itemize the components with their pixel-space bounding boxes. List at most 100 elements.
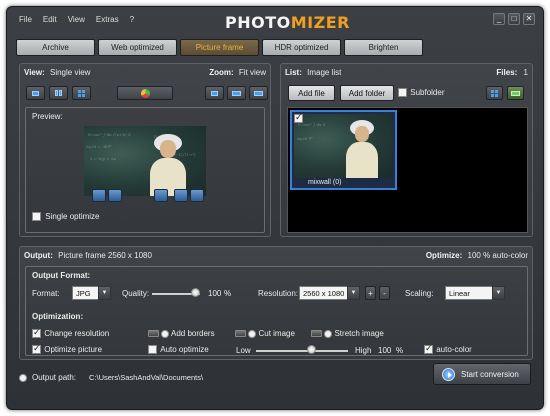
zoom-width-button[interactable]	[227, 86, 246, 100]
change-resolution-option[interactable]: Change resolution	[32, 327, 109, 339]
rotate-left-button[interactable]	[92, 189, 106, 202]
level-value: 100	[378, 346, 392, 355]
auto-optimize-option[interactable]: Auto optimize	[148, 345, 209, 355]
subfolder-option[interactable]: Subfolder	[398, 88, 445, 98]
optimize-picture-option[interactable]: Optimize picture	[32, 343, 103, 355]
cut-mode-icon	[235, 330, 246, 338]
list-view-button[interactable]	[486, 86, 503, 100]
list-label: List:	[285, 68, 302, 77]
change-resolution-checkbox[interactable]	[32, 327, 41, 339]
minus-icon: -	[383, 288, 386, 298]
resolution-minus-button[interactable]: -	[379, 286, 390, 300]
chevron-down-icon: ▼	[347, 286, 360, 300]
subfolder-checkbox[interactable]	[398, 88, 407, 98]
tab-brighten[interactable]: Brighten	[344, 39, 423, 56]
zoom-fit-button[interactable]	[205, 86, 224, 100]
single-view-button[interactable]	[26, 86, 45, 100]
auto-color-option[interactable]: auto-color	[424, 343, 472, 355]
stretch-image-option[interactable]: Stretch image	[311, 329, 384, 338]
stretch-mode-icon	[311, 330, 322, 338]
add-folder-button[interactable]: Add folder	[340, 85, 394, 101]
menu-file[interactable]: File	[19, 15, 32, 24]
quality-label: Quality:	[122, 289, 150, 298]
title-bar: File Edit View Extras ? PHOTO MIZER _ □ ✕	[7, 7, 543, 37]
format-select[interactable]: JPG ▼	[72, 286, 111, 300]
output-path-value[interactable]: C:\Users\SashAndVal\Documents\	[89, 373, 203, 382]
list-view-icon	[491, 89, 498, 97]
resolution-select[interactable]: 2560 x 1080 ▼	[299, 286, 360, 300]
rotate-right-button[interactable]	[108, 189, 122, 202]
window-controls: _ □ ✕	[493, 13, 535, 25]
output-path-label: Output path:	[32, 373, 77, 382]
output-value: Picture frame 2560 x 1080	[58, 251, 152, 260]
single-optimize-option[interactable]: Single optimize	[32, 212, 99, 222]
menu-edit[interactable]: Edit	[43, 15, 57, 24]
stretch-image-radio[interactable]	[324, 329, 333, 338]
image-list[interactable]: E=mc² ∫ dx Σ ∂ψ/∂t ∇² γ = 1/√ mixwall (0…	[287, 107, 528, 233]
play-icon	[442, 367, 455, 381]
view-panel: View: Single view Zoom: Fit view Preview…	[19, 63, 271, 237]
optimize-readout: Optimize: 100 % auto-color	[426, 251, 528, 260]
format-label: Format:	[32, 289, 60, 298]
split-view-button[interactable]	[49, 86, 68, 100]
add-file-button[interactable]: Add file	[288, 85, 335, 101]
single-optimize-checkbox[interactable]	[32, 212, 41, 222]
app-window: File Edit View Extras ? PHOTO MIZER _ □ ✕…	[6, 6, 544, 410]
format-value: JPG	[76, 288, 91, 298]
cut-image-radio[interactable]	[248, 329, 257, 338]
tab-picture-frame[interactable]: Picture frame	[180, 39, 259, 56]
grid-view-button[interactable]	[72, 86, 91, 100]
start-conversion-button[interactable]: Start conversion	[433, 363, 531, 385]
close-button[interactable]: ✕	[523, 13, 535, 25]
view-value: Single view	[49, 68, 91, 77]
zoom-full-icon	[254, 90, 263, 96]
thumbnail-view-button[interactable]	[507, 86, 524, 100]
tab-web-optimized[interactable]: Web optimized	[98, 39, 177, 56]
cut-image-option[interactable]: Cut image	[235, 329, 295, 338]
view-label: View:	[24, 68, 45, 77]
add-borders-option[interactable]: Add borders	[148, 329, 215, 338]
image-thumbnail: E=mc² ∫ dx Σ ∂ψ/∂t ∇² γ = 1/√	[294, 114, 393, 178]
mirror-button[interactable]	[190, 189, 204, 202]
menu-extras[interactable]: Extras	[96, 15, 119, 24]
minimize-button[interactable]: _	[493, 13, 505, 25]
crop-button[interactable]	[154, 189, 168, 202]
tab-hdr-optimized[interactable]: HDR optimized	[262, 39, 341, 56]
view-panel-header: View: Single view Zoom: Fit view	[24, 68, 266, 80]
flip-button[interactable]	[174, 189, 188, 202]
subfolder-label: Subfolder	[410, 88, 445, 97]
level-slider-thumb[interactable]	[307, 345, 317, 354]
zoom-full-button[interactable]	[249, 86, 268, 100]
menu-help[interactable]: ?	[130, 15, 134, 24]
auto-optimize-label: Auto optimize	[160, 345, 209, 354]
optimize-picture-label: Optimize picture	[44, 345, 103, 354]
refresh-preview-button[interactable]	[117, 86, 173, 100]
output-label: Output:	[24, 251, 53, 260]
maximize-button[interactable]: □	[508, 13, 520, 25]
image-select-checkbox[interactable]	[294, 112, 303, 123]
optimization-title: Optimization:	[32, 312, 84, 321]
image-list-item[interactable]: E=mc² ∫ dx Σ ∂ψ/∂t ∇² γ = 1/√ mixwall (0…	[290, 110, 397, 190]
optimize-picture-checkbox[interactable]	[32, 343, 41, 355]
menu-view[interactable]: View	[68, 15, 85, 24]
menu-bar: File Edit View Extras ?	[19, 15, 134, 24]
thumbnail-view-icon	[511, 90, 520, 96]
add-borders-radio[interactable]	[161, 329, 170, 338]
quality-slider-thumb[interactable]	[191, 288, 200, 297]
output-path-radio[interactable]	[19, 374, 27, 382]
resolution-plus-button[interactable]: +	[365, 286, 376, 300]
optimize-label: Optimize:	[425, 251, 463, 260]
auto-color-checkbox[interactable]	[424, 343, 433, 355]
preview-image: E=mc² ∫ dx √(a+b) Σ ∂ψ/∂t = -iħ∇² λ = h/…	[84, 126, 206, 196]
mode-tabs: Archive Web optimized Picture frame HDR …	[16, 39, 423, 56]
preview-area: Preview: E=mc² ∫ dx √(a+b) Σ ∂ψ/∂t = -iħ…	[25, 107, 265, 233]
level-slider-track[interactable]	[256, 350, 348, 352]
tab-archive[interactable]: Archive	[16, 39, 95, 56]
scaling-select[interactable]: Linear ▼	[445, 286, 505, 300]
refresh-icon	[140, 88, 150, 98]
image-caption: mixwall (0)	[308, 179, 342, 186]
auto-optimize-checkbox[interactable]	[148, 345, 157, 355]
list-panel: List: Image list Files: 1 Add file Add f…	[280, 63, 533, 237]
resolution-label: Resolution:	[258, 289, 299, 298]
border-mode-icon	[148, 330, 159, 338]
